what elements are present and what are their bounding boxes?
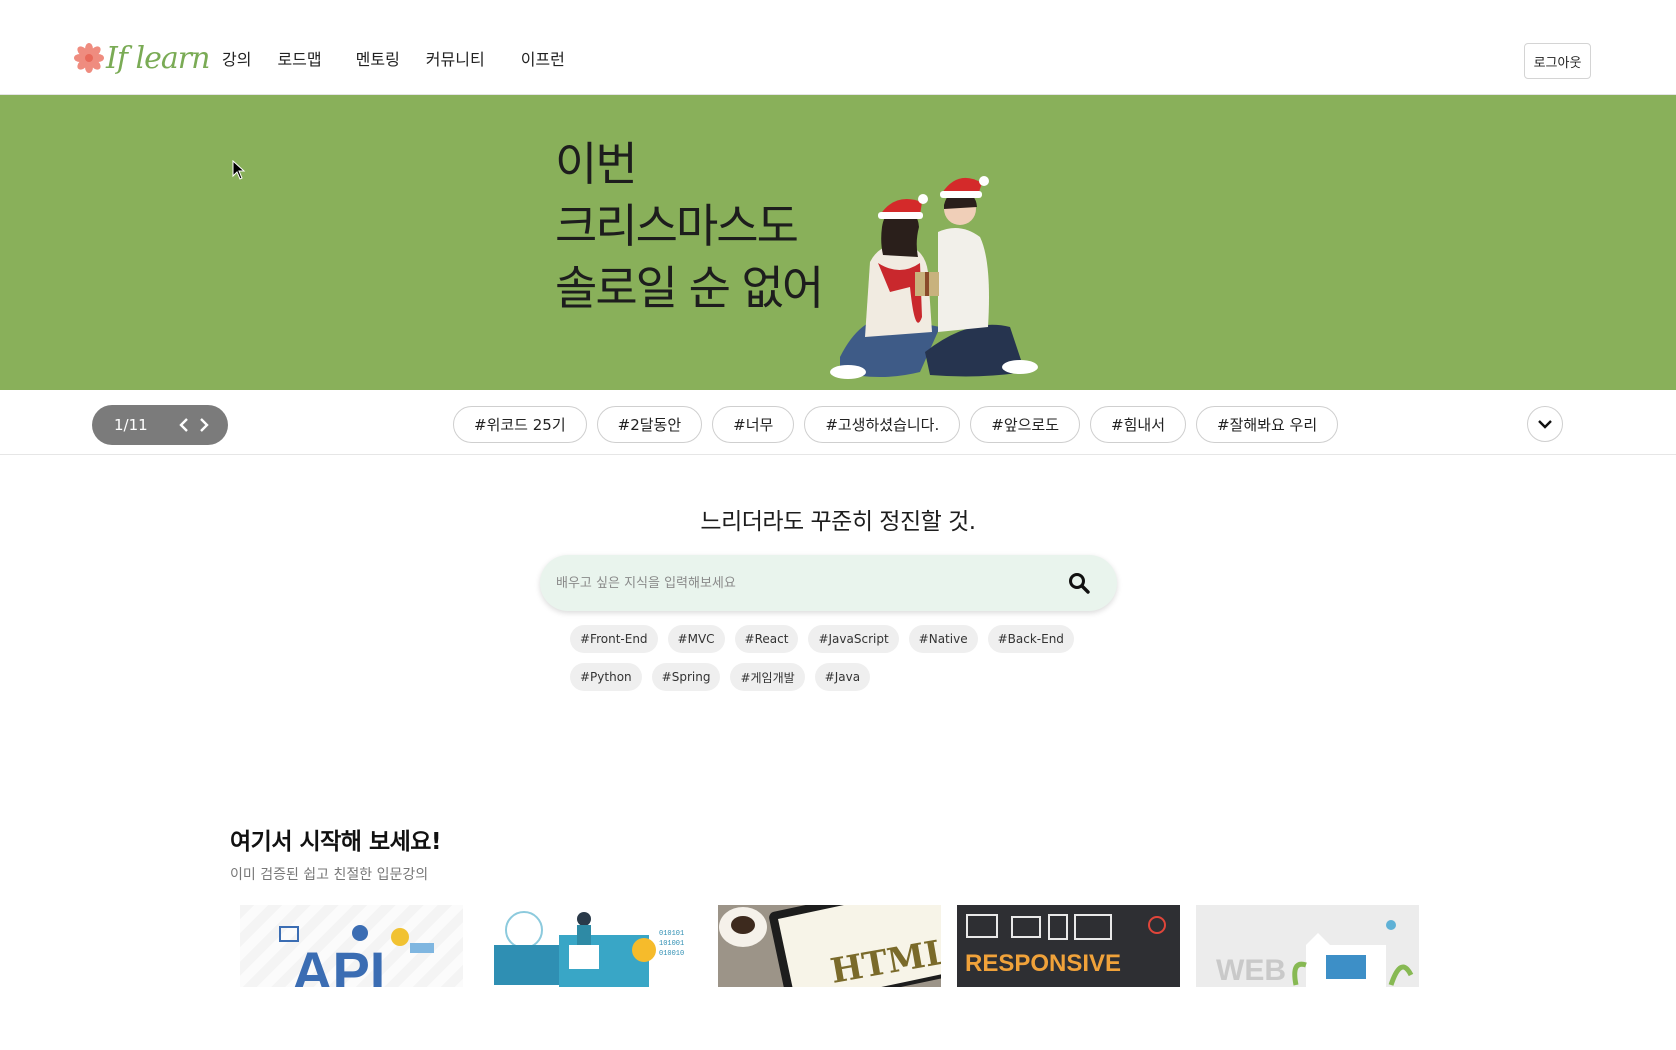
chevron-down-icon [1538,420,1552,429]
banner-tags: #위코드 25기 #2달동안 #너무 #고생하셨습니다. #앞으로도 #힘내서 … [453,406,1339,443]
banner-line-2: 크리스마스도 [555,199,799,253]
chevron-right-icon [200,418,209,432]
search-button[interactable] [1059,563,1099,603]
svg-text:101001: 101001 [659,940,684,948]
course-card[interactable]: HTML [718,905,941,987]
pager-counter: 1/11 [114,416,148,434]
api-illustration-icon: API [279,925,434,987]
card-web-label: WEB [1216,954,1286,987]
banner-headline: 이번 크리스마스도 솔로일 순 없어 [555,133,824,319]
logo[interactable]: If learn [74,38,210,78]
nav-item-roadmap[interactable]: 로드맵 [277,46,321,70]
search-input[interactable] [556,575,1059,591]
nav-item-mentoring[interactable]: 멘토링 [356,46,400,70]
expand-tags-button[interactable] [1527,406,1563,442]
chevron-left-icon [179,418,188,432]
banner-tag[interactable]: #앞으로도 [970,406,1081,443]
keyword-chip[interactable]: #게임개발 [730,663,805,691]
section-title: 여기서 시작해 보세요! [230,829,441,855]
couple-illustration [830,176,1038,379]
svg-text:010010: 010010 [659,950,684,958]
web-dev-illustration-icon: 010101 101001 010010 [494,911,684,987]
prev-slide-button[interactable] [174,413,194,437]
keyword-chip[interactable]: #React [734,625,799,653]
banner-line-3: 솔로일 순 없어 [555,261,824,315]
nav-item-lectures[interactable]: 강의 [222,46,251,70]
banner-tag[interactable]: #너무 [712,406,795,443]
keyword-chip[interactable]: #Front-End [570,625,658,653]
keyword-chip[interactable]: #JavaScript [808,625,899,653]
keyword-chip[interactable]: #MVC [667,625,725,653]
course-card[interactable]: API [240,905,463,987]
nav-item-community[interactable]: 커뮤니티 [426,46,485,70]
logout-button[interactable]: 로그아웃 [1524,43,1591,79]
keyword-chips: #Front-End #MVC #React #JavaScript #Nati… [570,625,1090,691]
keyword-chip[interactable]: #Spring [651,663,721,691]
main-nav: 강의 로드맵 멘토링 커뮤니티 이프런 [222,46,565,70]
banner-tag[interactable]: #힘내서 [1090,406,1186,443]
banner-tag-bar: 1/11 #위코드 25기 #2달동안 #너무 #고생하셨습니다. #앞으로도 … [0,390,1676,455]
flower-icon [74,43,104,73]
next-slide-button[interactable] [194,413,214,437]
course-card[interactable]: WEB [1196,905,1419,987]
html-tablet-illustration-icon: HTML [718,905,941,987]
search-tagline: 느리더라도 꾸준히 정진할 것. [700,509,976,535]
banner-pager: 1/11 [92,405,228,445]
mouse-cursor-icon [232,160,246,180]
banner-tag[interactable]: #2달동안 [596,406,703,443]
banner-tag[interactable]: #위코드 25기 [453,406,587,443]
top-header: If learn 강의 로드맵 멘토링 커뮤니티 이프런 로그아웃 [0,0,1676,95]
logo-text: If learn [106,40,210,76]
course-card[interactable]: 010101 101001 010010 [479,905,702,987]
banner-tag[interactable]: #잘해봐요 우리 [1196,406,1339,443]
banner-line-1: 이번 [555,137,638,191]
keyword-chip[interactable]: #Java [814,663,871,691]
card-responsive-label: RESPONSIVE [965,950,1121,977]
banner-tag[interactable]: #고생하셨습니다. [804,406,961,443]
course-card[interactable]: RESPONSIVE [957,905,1180,987]
keyword-chip[interactable]: #Native [908,625,978,653]
search-icon [1069,573,1090,594]
section-subtitle: 이미 검증된 쉽고 친절한 입문강의 [230,867,429,883]
hero-banner[interactable]: 이번 크리스마스도 솔로일 순 없어 [0,95,1676,390]
keyword-chip[interactable]: #Back-End [987,625,1074,653]
course-cards: API 010101 101001 010010 HTML RESPONSIVE… [240,905,1419,987]
svg-text:010101: 010101 [659,930,684,938]
keyword-chip[interactable]: #Python [570,663,642,691]
nav-item-ifrun[interactable]: 이프런 [521,46,565,70]
card-api-label: API [292,940,385,987]
web-illustration-icon: WEB [1216,920,1414,987]
responsive-web-design-illustration-icon: RESPONSIVE [965,914,1166,977]
search-bar [540,555,1117,611]
